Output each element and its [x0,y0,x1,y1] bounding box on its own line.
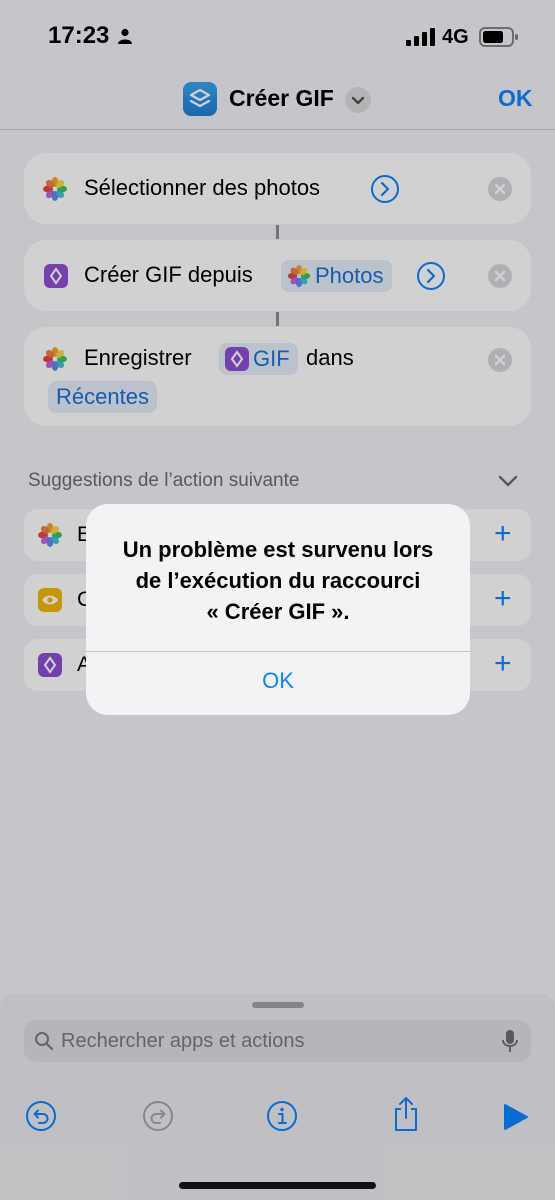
alert-divider [86,651,470,652]
alert-ok-button[interactable]: OK [86,668,470,694]
home-indicator [179,1182,376,1189]
error-alert: Un problème est survenu lors de l’exécut… [86,504,470,715]
alert-line: « Créer GIF ». [206,599,350,624]
alert-line: Un problème est survenu lors [122,537,434,562]
alert-message: Un problème est survenu lors de l’exécut… [102,534,454,627]
alert-line: de l’exécution du raccourci [135,568,421,593]
